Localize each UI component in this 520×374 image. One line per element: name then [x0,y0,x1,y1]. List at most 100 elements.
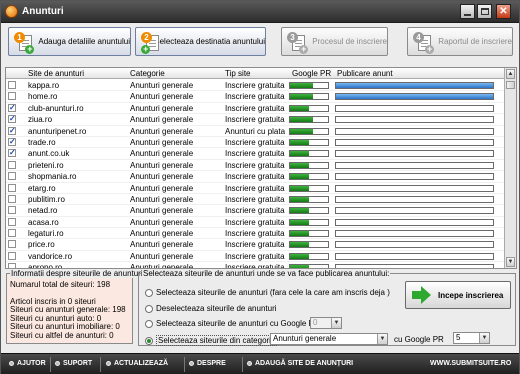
header-type[interactable]: Tip site [225,69,251,78]
row-checkbox[interactable] [8,160,16,169]
cell-site: shopmania.ro [28,172,77,182]
website-link[interactable]: WWW.SUBMITSUITE.RO [430,360,511,367]
cell-category: Anunturi generale [130,92,194,102]
table-row[interactable]: ✓ club-anunturi.ro Anunturi generale Inscri… [6,103,504,115]
minimize-icon [464,13,471,16]
radio-button[interactable] [145,288,153,297]
publish-progress-bar [335,241,494,249]
row-checkbox[interactable]: ✓ [8,126,16,135]
table-row[interactable]: prieteni.ro Anunturi generale Inscriere gr… [6,160,504,172]
cell-type: Inscriere gratuita [225,149,285,159]
table-row[interactable]: vandorice.ro Anunturi generale Inscriere g… [6,251,504,263]
table-row[interactable]: ✓ anunturipenet.ro Anunturi generale Anuntu… [6,126,504,137]
step-process-button[interactable]: 3 + Procesul de inscriere [281,27,388,56]
cell-category: Anunturi generale [130,126,194,136]
table-row[interactable]: ✓ ziua.ro Anunturi generale Inscriere gratu… [6,114,504,126]
radio-select-category[interactable]: Selecteaza siteurile din categoria [145,335,278,346]
pr-bar [289,116,329,124]
cell-site: home.ro [28,92,58,102]
step-report-button[interactable]: 4 + Raportul de inscriere [407,27,513,56]
link-ajutor[interactable]: AJUTOR [9,360,46,367]
sites-table: Site de anunturi Categorie Tip site Goog… [5,67,517,269]
table-row[interactable]: etarg.ro Anunturi generale Inscriere gratu… [6,183,504,194]
table-row[interactable]: publitim.ro Anunturi generale Inscriere gr… [6,194,504,206]
maximize-button[interactable] [477,4,492,19]
cell-category: Anunturi generale [130,240,194,250]
cell-type: Inscriere gratuita [225,251,285,261]
cell-category: Anunturi generale [130,172,194,182]
row-checkbox[interactable] [8,206,16,215]
cell-category: Anunturi generale [130,251,194,261]
row-checkbox[interactable] [8,217,16,226]
radio-button[interactable] [145,304,153,313]
cell-type: Inscriere gratuita [225,183,285,193]
header-site[interactable]: Site de anunturi [28,69,84,78]
bullet-icon [189,361,194,366]
radio-select-all[interactable]: Selecteaza siteurile de anunturi (fara c… [145,288,390,297]
row-checkbox[interactable] [8,240,16,249]
table-row[interactable]: netad.ro Anunturi generale Inscriere gratu… [6,205,504,217]
row-checkbox[interactable] [8,92,16,101]
scroll-up-icon[interactable]: ▲ [506,69,515,79]
radio-button[interactable] [145,319,153,328]
step-select-destination-button[interactable]: 2 + Selecteaza destinatia anuntului [135,27,266,56]
radio-deselect[interactable]: Deselecteaza siteurile de anunturi [145,304,277,313]
cell-type: Inscriere gratuita [225,103,285,113]
link-actualizeaza[interactable]: ACTUALIZEAZĂ [106,360,168,367]
header-google-pr[interactable]: Google PR [292,69,331,78]
table-row[interactable]: price.ro Anunturi generale Inscriere gratu… [6,239,504,251]
row-checkbox[interactable] [8,229,16,238]
category-select[interactable]: Anunturi generale ▼ [270,333,388,345]
title-bar[interactable]: Anunturi ✕ [1,1,519,23]
minimize-button[interactable] [460,4,475,19]
row-checkbox[interactable] [8,183,16,192]
table-row[interactable]: ✓ trade.ro Anunturi generale Inscriere grat… [6,137,504,149]
row-checkbox[interactable]: ✓ [8,137,16,146]
info-panel: Informatii despre siteurile de anunturi:… [6,269,146,344]
scroll-thumb[interactable] [506,81,515,89]
link-despre[interactable]: DESPRE [189,360,226,367]
publish-progress-bar [335,184,494,192]
cell-site: netad.ro [28,206,58,216]
pr-bar [289,184,329,192]
link-adauga-site[interactable]: ADAUGĂ SITE DE ANUNȚURI [247,360,353,367]
link-suport[interactable]: SUPORT [55,360,92,367]
table-scrollbar[interactable]: ▲ ▼ [504,68,516,268]
step-label: Adauga detaliile anuntului [38,37,130,46]
step-add-details-button[interactable]: 1 + Adauga detaliile anuntului [8,27,131,56]
table-row[interactable]: home.ro Anunturi generale Inscriere gratui… [6,91,504,103]
document-add-icon: 4 + [413,31,435,54]
close-button[interactable]: ✕ [496,4,511,19]
window-title: Anunturi [22,6,64,17]
pr-bar [289,161,329,169]
cell-type: Inscriere gratuita [225,137,285,147]
header-publish[interactable]: Publicare anunt [337,69,393,78]
header-category[interactable]: Categorie [130,69,165,78]
row-checkbox[interactable] [8,172,16,181]
row-checkbox[interactable]: ✓ [8,115,16,124]
table-row[interactable]: shopmania.ro Anunturi generale Inscriere g… [6,171,504,183]
bullet-icon [9,361,14,366]
table-row[interactable]: legaturi.ro Anunturi generale Inscriere gr… [6,228,504,240]
start-registration-button[interactable]: Incepe inscrierea [405,281,511,309]
row-checkbox[interactable] [8,194,16,203]
table-row[interactable]: acasa.ro Anunturi generale Inscriere gratu… [6,217,504,229]
bullet-icon [106,361,111,366]
app-window: Anunturi ✕ 1 + Adauga detaliile anuntului… [0,0,520,374]
pr-select[interactable]: 0 ▼ [310,317,342,329]
cell-category: Anunturi generale [130,194,194,204]
pr-bar [289,82,329,89]
row-checkbox[interactable] [8,81,16,89]
scroll-down-icon[interactable]: ▼ [506,257,515,267]
table-row[interactable]: apropo.ro Anunturi generale Inscriere grat… [6,262,504,268]
cell-type: Inscriere gratuita [225,92,285,102]
row-checkbox[interactable] [8,251,16,260]
row-checkbox[interactable]: ✓ [8,103,16,112]
table-row[interactable]: ✓ anunt.co.uk Anunturi generale Inscriere g… [6,148,504,160]
google-pr-select[interactable]: 5 ▼ [453,332,490,344]
cell-site: prieteni.ro [28,160,64,170]
radio-button[interactable] [145,336,153,345]
row-checkbox[interactable]: ✓ [8,149,16,158]
radio-select-pr[interactable]: Selecteaza siteurile de anunturi cu Goog… [145,319,322,328]
table-row[interactable]: kappa.ro Anunturi generale Inscriere gratu… [6,80,504,92]
